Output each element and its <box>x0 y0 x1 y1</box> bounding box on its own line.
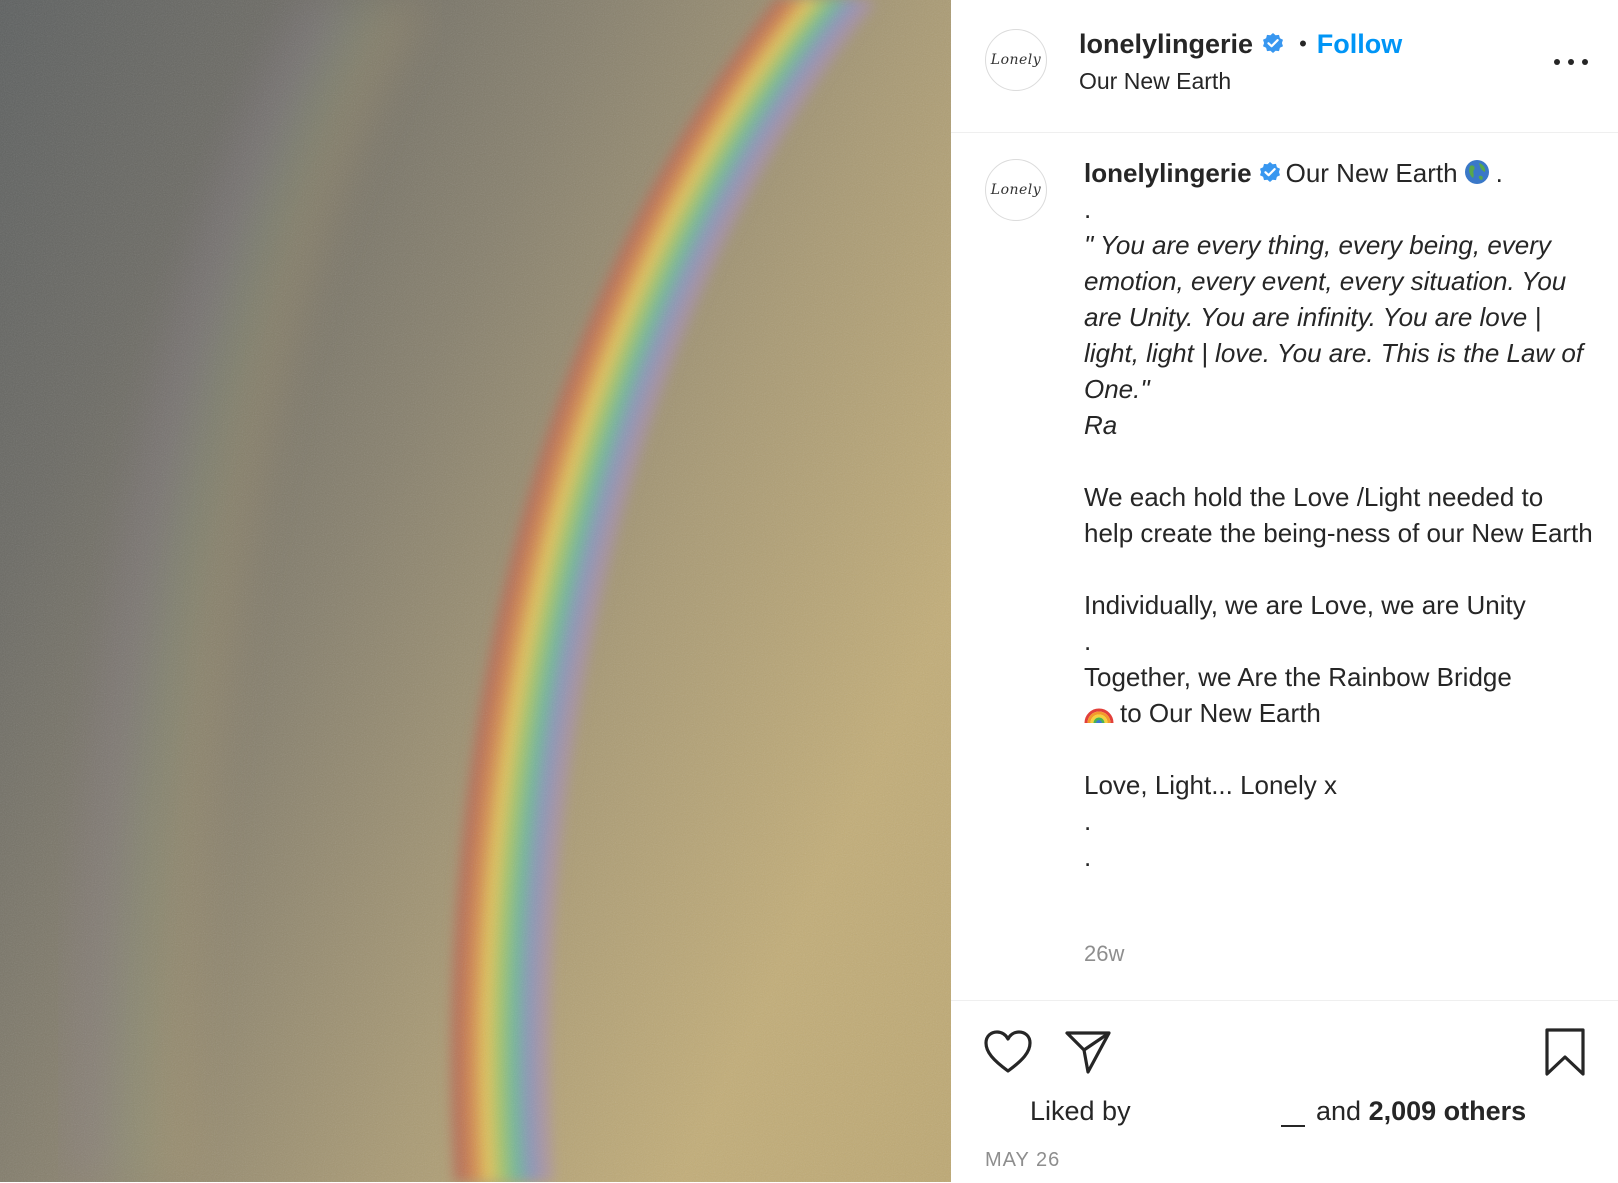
likes-count[interactable]: and 2,009 others <box>1316 1096 1526 1127</box>
more-dot <box>1554 59 1560 65</box>
verified-badge-icon <box>1259 162 1280 182</box>
caption-dot: . <box>1084 194 1092 224</box>
post-sidebar: Lonely lonelylingerie • Follow Our New E… <box>951 0 1618 1182</box>
caption-paragraph: We each hold the Love /Light needed to h… <box>1084 482 1593 548</box>
location-link[interactable]: Our New Earth <box>1079 68 1231 95</box>
caption-time-ago[interactable]: 26w <box>1084 941 1124 967</box>
caption-gap <box>1084 443 1594 479</box>
caption-first-line: lonelylingerie Our New Earth . <box>1084 155 1594 191</box>
verified-badge-icon <box>1263 33 1284 53</box>
profile-avatar[interactable]: Lonely <box>985 29 1047 91</box>
caption-title-suffix: . <box>1495 158 1503 188</box>
caption-title: Our New Earth <box>1285 158 1458 188</box>
heart-icon[interactable] <box>983 1029 1033 1075</box>
caption-attribution: Ra <box>1084 410 1118 440</box>
caption-paragraph-line: to Our New Earth <box>1084 695 1594 731</box>
paper-plane-icon[interactable] <box>1063 1029 1113 1075</box>
caption-username[interactable]: lonelylingerie <box>1084 158 1252 188</box>
likes-and-text: and <box>1316 1096 1362 1126</box>
avatar-logo-text: Lonely <box>990 182 1042 198</box>
avatar-logo-text: Lonely <box>990 52 1042 68</box>
caption-avatar[interactable]: Lonely <box>985 159 1047 221</box>
caption-gap <box>1084 731 1594 767</box>
caption-signoff: Love, Light... Lonely x <box>1084 770 1337 800</box>
likes-others: 2,009 others <box>1368 1096 1527 1126</box>
caption-gap <box>1084 551 1594 587</box>
more-dot <box>1568 59 1574 65</box>
caption-paragraph: Individually, we are Love, we are Unity <box>1084 590 1526 620</box>
caption-dot: . <box>1084 806 1092 836</box>
post-photo[interactable] <box>0 0 951 1182</box>
rainbow-emoji-icon <box>1084 708 1114 724</box>
caption-text: to Our New Earth <box>1120 698 1321 728</box>
rainbow-image <box>0 0 951 1182</box>
post-date[interactable]: MAY 26 <box>985 1149 1060 1172</box>
post-actions: Liked by and 2,009 others MAY 26 <box>951 1000 1618 1183</box>
header-separator: • <box>1299 31 1307 56</box>
liked-by-user-redacted[interactable] <box>1281 1125 1305 1127</box>
caption-dot: . <box>1084 842 1092 872</box>
caption-paragraph: Together, we Are the Rainbow Bridge <box>1084 662 1512 692</box>
header-user-line: lonelylingerie • Follow <box>1079 26 1402 62</box>
header-username[interactable]: lonelylingerie <box>1079 29 1253 60</box>
post-header: Lonely lonelylingerie • Follow Our New E… <box>951 0 1618 133</box>
follow-button[interactable]: Follow <box>1317 29 1402 60</box>
comments-area: Lonely lonelylingerie Our New Earth . . … <box>951 133 1618 1000</box>
more-dot <box>1582 59 1588 65</box>
more-options-icon[interactable] <box>1554 50 1588 74</box>
post-caption: lonelylingerie Our New Earth . . " You a… <box>1084 155 1594 875</box>
caption-quote: " You are every thing, every being, ever… <box>1084 230 1584 404</box>
liked-by-label: Liked by <box>1030 1096 1131 1126</box>
globe-emoji-icon <box>1464 160 1489 184</box>
bookmark-icon[interactable] <box>1543 1027 1587 1077</box>
caption-dot: . <box>1084 626 1092 656</box>
